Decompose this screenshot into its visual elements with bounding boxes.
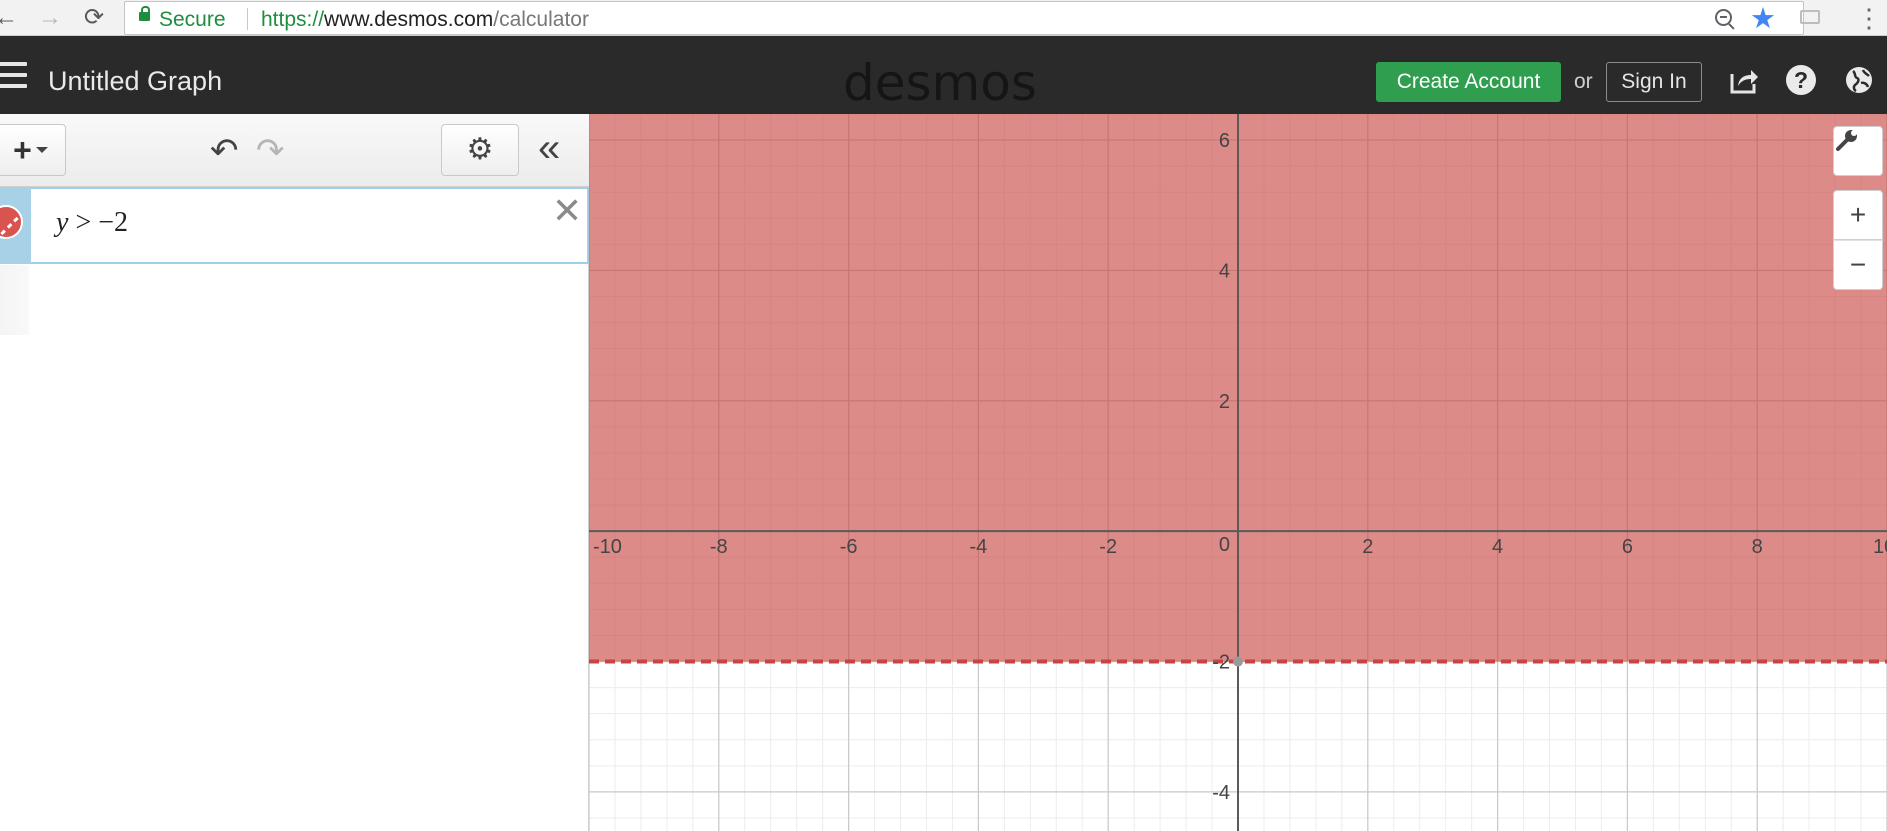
app-header: Untitled Graph desmos Create Account or … (0, 36, 1887, 114)
x-tick-label: 6 (1622, 536, 1633, 558)
expression-row[interactable]: y > −2 ✕ (0, 187, 589, 264)
browser-toolbar: ← → ⟳ Secure https://www.desmos.com/calc… (0, 0, 1887, 36)
create-account-button[interactable]: Create Account (1376, 62, 1561, 102)
secure-label: Secure (159, 8, 226, 31)
graph-settings-button[interactable]: ⚙ (441, 124, 519, 176)
y-tick-label: -4 (1212, 782, 1230, 804)
graph-canvas[interactable]: -10 -8 -6 -4 -2 2 4 6 8 10 6 4 2 -2 -4 0 (589, 114, 1887, 831)
y-intercept-point[interactable] (1233, 656, 1243, 667)
x-tick-label: 8 (1752, 536, 1763, 558)
graph-title[interactable]: Untitled Graph (48, 66, 222, 97)
cast-icon[interactable] (1800, 10, 1820, 24)
y-tick-label: 4 (1219, 260, 1230, 282)
x-tick-label: -4 (970, 536, 988, 558)
x-tick-label: -8 (710, 536, 728, 558)
expression-tab[interactable] (0, 187, 31, 264)
browser-menu-icon[interactable]: ⋮ (1856, 4, 1882, 32)
sign-in-button[interactable]: Sign In (1606, 62, 1702, 102)
x-tick-label: 10 (1873, 536, 1887, 558)
undo-icon[interactable]: ↶ (210, 134, 239, 168)
graph-settings-wrench-icon[interactable] (1833, 126, 1883, 176)
add-item-button[interactable]: + (0, 124, 66, 176)
x-tick-label: -6 (840, 536, 858, 558)
zoom-magnifier-icon[interactable] (1715, 9, 1732, 26)
expression-toolbar: + ↶ ↷ ⚙ « (0, 114, 589, 187)
url-scheme: https:// (261, 8, 325, 31)
y-tick-label: 6 (1219, 130, 1230, 152)
url-text[interactable]: https://www.desmos.com/calculator (261, 8, 589, 32)
x-tick-label: 2 (1362, 536, 1373, 558)
url-host: www.desmos.com (324, 8, 494, 31)
gear-icon: ⚙ (466, 133, 494, 166)
help-icon[interactable]: ? (1786, 65, 1816, 95)
url-path: /calculator (493, 8, 589, 31)
forward-button[interactable]: → (36, 4, 64, 32)
x-tick-label: 4 (1492, 536, 1503, 558)
new-expression-row[interactable] (0, 265, 29, 335)
expression-variable: y (56, 207, 69, 238)
expression-panel: + ↶ ↷ ⚙ « y > −2 ✕ (0, 114, 589, 831)
x-tick-label: -10 (593, 536, 622, 558)
chevron-down-icon (35, 147, 48, 153)
delete-expression-icon[interactable]: ✕ (552, 193, 582, 229)
lock-icon (139, 6, 150, 21)
graph-paper[interactable]: -10 -8 -6 -4 -2 2 4 6 8 10 6 4 2 -2 -4 0… (589, 114, 1887, 831)
plus-icon: + (13, 132, 32, 168)
wrench-icon (1836, 130, 1857, 151)
hamburger-menu-icon[interactable] (0, 62, 27, 88)
back-button[interactable]: ← (0, 4, 20, 32)
collapse-panel-icon[interactable]: « (538, 128, 560, 168)
expression-color-icon[interactable] (0, 205, 23, 239)
reload-button[interactable]: ⟳ (80, 4, 108, 32)
language-globe-icon[interactable] (1844, 65, 1874, 95)
zoom-in-button[interactable]: + (1833, 190, 1883, 240)
address-bar[interactable]: Secure https://www.desmos.com/calculator… (124, 1, 1804, 35)
origin-label: 0 (1219, 534, 1230, 556)
or-label: or (1574, 70, 1593, 93)
bookmark-star-icon[interactable]: ★ (1750, 2, 1776, 36)
address-divider (247, 8, 248, 30)
y-tick-label: 2 (1219, 391, 1230, 413)
y-tick-label: -2 (1212, 652, 1230, 674)
expression-input[interactable]: y > −2 (56, 207, 128, 239)
x-tick-label: -2 (1099, 536, 1117, 558)
zoom-out-button[interactable]: − (1833, 240, 1883, 290)
share-icon[interactable] (1728, 64, 1760, 96)
redo-icon[interactable]: ↷ (256, 134, 285, 168)
expression-operator: > (75, 207, 92, 238)
desmos-logo: desmos (843, 54, 1037, 112)
expression-rhs: −2 (98, 207, 129, 238)
